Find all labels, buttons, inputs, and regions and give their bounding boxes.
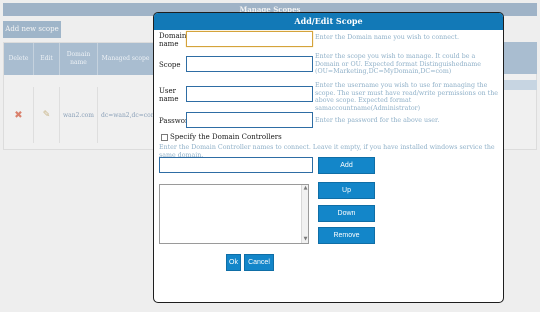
user-name-help: Enter the username you wish to use for m… [315,82,498,112]
scroll-up-icon[interactable]: ▲ [302,185,309,192]
password-input[interactable] [186,112,313,128]
scroll-down-icon[interactable]: ▼ [302,236,309,243]
domain-name-help: Enter the Domain name you wish to connec… [315,34,460,41]
scope-label: Scope [159,61,181,69]
ok-button[interactable]: Ok [226,254,241,271]
add-button[interactable]: Add [318,157,375,174]
scope-help: Enter the scope you wish to manage. It c… [315,53,481,75]
col-managed-scope: Managed scope [98,43,154,75]
dialog-title: Add/Edit Scope [154,13,503,30]
specify-dc-label[interactable]: Specify the Domain Controllers [170,133,282,141]
edit-icon[interactable]: ✎ [34,87,60,143]
dc-list-scrollbar[interactable]: ▲ ▼ [301,185,308,243]
table-header-right [500,42,537,74]
specify-dc-row: Specify the Domain Controllers [161,133,282,141]
add-new-scope-button[interactable]: Add new scope [3,21,61,38]
password-help: Enter the password for the above user. [315,117,440,124]
specify-dc-checkbox[interactable] [161,133,168,141]
scope-input[interactable] [186,56,313,72]
up-button[interactable]: Up [318,182,375,199]
cancel-button[interactable]: Cancel [244,254,274,271]
col-domain-name: Domain name [60,43,98,75]
add-edit-scope-dialog: Add/Edit Scope Domain name Enter the Dom… [153,12,504,303]
delete-icon[interactable]: ✖ [4,87,34,143]
row-scope: dc=wan2,dc=com [98,87,156,143]
col-delete: Delete [4,43,34,75]
domain-name-input[interactable] [186,31,313,47]
col-edit: Edit [34,43,60,75]
scopes-table-header: Delete Edit Domain name Managed scope [4,43,154,75]
down-button[interactable]: Down [318,205,375,222]
user-name-input[interactable] [186,86,313,102]
table-row-right [500,80,537,90]
table-row: ✖ ✎ wan2.com dc=wan2,dc=com [4,87,156,143]
dc-name-input[interactable] [159,157,313,173]
remove-button[interactable]: Remove [318,227,375,244]
row-domain: wan2.com [60,87,98,143]
user-name-label: User name [159,87,179,103]
dc-list[interactable]: ▲ ▼ [159,184,309,244]
